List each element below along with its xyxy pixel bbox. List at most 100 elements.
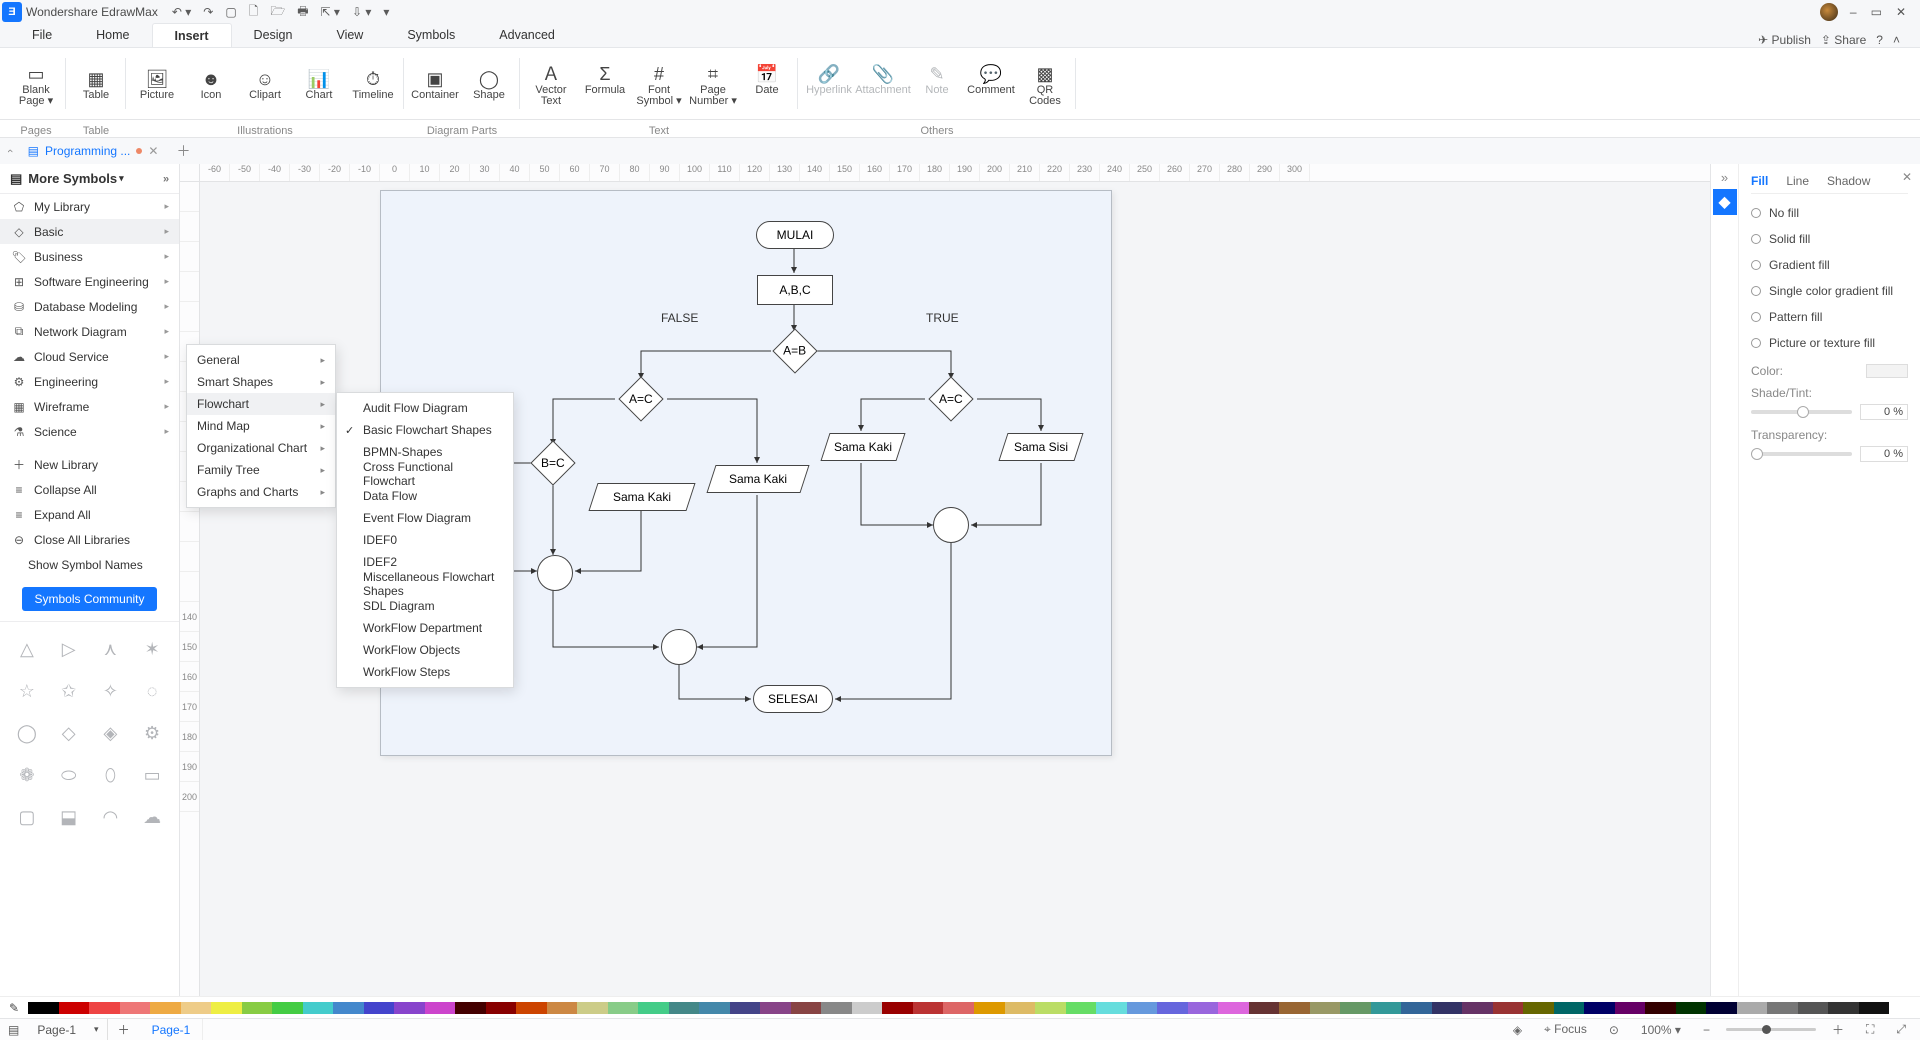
color-swatch-item[interactable] (150, 1002, 181, 1014)
io-sama-kaki-left[interactable]: Sama Kaki (588, 483, 695, 511)
palette-shape[interactable]: ◠ (92, 798, 130, 836)
io-sama-kaki-mid[interactable]: Sama Kaki (706, 465, 809, 493)
fill-tab-icon[interactable]: ◆ (1713, 189, 1737, 215)
palette-shape[interactable]: ✶ (133, 630, 171, 668)
color-swatch-item[interactable] (852, 1002, 883, 1014)
symbol-category-item[interactable]: ☁Cloud Service▸ (0, 344, 179, 369)
io-sama-sisi[interactable]: Sama Sisi (998, 433, 1083, 461)
fill-option[interactable]: Solid fill (1751, 226, 1908, 252)
date-button[interactable]: 📅Date (740, 61, 794, 96)
menu-insert[interactable]: Insert (152, 23, 232, 47)
chart-button[interactable]: 📊Chart (292, 66, 346, 101)
color-swatch-item[interactable] (943, 1002, 974, 1014)
submenu-item[interactable]: WorkFlow Department (337, 617, 513, 639)
palette-shape[interactable]: ✧ (92, 672, 130, 710)
color-swatch-item[interactable] (272, 1002, 303, 1014)
publish-button[interactable]: ✈ Publish (1758, 33, 1811, 47)
color-swatch-item[interactable] (1523, 1002, 1554, 1014)
container-button[interactable]: ▣Container (408, 66, 462, 101)
color-swatch-item[interactable] (791, 1002, 822, 1014)
palette-shape[interactable]: ⋏ (92, 630, 130, 668)
blank-page-button[interactable]: ▭ Blank Page ▾ (9, 61, 63, 107)
color-swatch-item[interactable] (1798, 1002, 1829, 1014)
submenu-item[interactable]: Mind Map▸ (187, 415, 335, 437)
color-swatch-item[interactable] (1035, 1002, 1066, 1014)
color-swatch-item[interactable] (1554, 1002, 1585, 1014)
pages-icon[interactable]: ▤ (8, 1023, 19, 1037)
submenu-item[interactable]: Family Tree▸ (187, 459, 335, 481)
color-swatch-item[interactable] (394, 1002, 425, 1014)
picture-button[interactable]: 🖼Picture (130, 66, 184, 101)
decision-b-eq-c[interactable]: B=C (530, 440, 575, 485)
color-swatch-item[interactable] (303, 1002, 334, 1014)
submenu-item[interactable]: Cross Functional Flowchart (337, 463, 513, 485)
color-swatch-item[interactable] (913, 1002, 944, 1014)
color-swatch-item[interactable] (211, 1002, 242, 1014)
color-swatch-item[interactable] (1310, 1002, 1341, 1014)
color-swatch-item[interactable] (974, 1002, 1005, 1014)
tab-line[interactable]: Line (1786, 174, 1809, 188)
symbol-category-item[interactable]: ⧉Network Diagram▸ (0, 319, 179, 344)
color-swatches[interactable] (28, 1002, 1920, 1014)
palette-shape[interactable]: ⚙ (133, 714, 171, 752)
color-swatch-item[interactable] (455, 1002, 486, 1014)
eyedropper-icon[interactable]: ✎ (6, 1001, 22, 1015)
palette-shape[interactable]: ⬭ (50, 756, 88, 794)
fit-page-icon[interactable]: ⛶ (1860, 1022, 1880, 1037)
color-swatch-item[interactable] (1645, 1002, 1676, 1014)
color-swatch-item[interactable] (1767, 1002, 1798, 1014)
submenu-item[interactable]: Flowchart▸ (187, 393, 335, 415)
fill-option[interactable]: Picture or texture fill (1751, 330, 1908, 356)
color-swatch-item[interactable] (638, 1002, 669, 1014)
color-swatch-item[interactable] (760, 1002, 791, 1014)
menu-view[interactable]: View (314, 23, 385, 47)
menu-advanced[interactable]: Advanced (477, 23, 577, 47)
process-input[interactable]: A,B,C (757, 275, 833, 305)
submenu-item[interactable]: IDEF0 (337, 529, 513, 551)
user-avatar[interactable] (1820, 3, 1838, 21)
symbol-category-item[interactable]: ⚗Science▸ (0, 419, 179, 444)
terminator-end[interactable]: SELESAI (753, 685, 833, 713)
submenu-item[interactable]: Event Flow Diagram (337, 507, 513, 529)
symbol-category-item[interactable]: ⬠My Library▸ (0, 194, 179, 219)
submenu-item[interactable]: Smart Shapes▸ (187, 371, 335, 393)
symbol-category-item[interactable]: ⚙Engineering▸ (0, 369, 179, 394)
submenu-item[interactable]: Audit Flow Diagram (337, 397, 513, 419)
color-swatch-item[interactable] (1371, 1002, 1402, 1014)
page-selector[interactable]: Page-1 ▾ (29, 1019, 107, 1040)
zoom-in-button[interactable]: ＋ (1826, 1021, 1850, 1038)
color-swatch-item[interactable] (425, 1002, 456, 1014)
close-window-button[interactable]: ✕ (1896, 5, 1906, 19)
submenu-item[interactable]: Data Flow (337, 485, 513, 507)
color-swatch-item[interactable] (1005, 1002, 1036, 1014)
color-swatch-item[interactable] (181, 1002, 212, 1014)
color-swatch-item[interactable] (547, 1002, 578, 1014)
color-swatch-item[interactable] (1859, 1002, 1890, 1014)
color-swatch-item[interactable] (730, 1002, 761, 1014)
library-op-item[interactable]: ⊖Close All Libraries (0, 527, 179, 552)
layers-icon[interactable]: ◈ (1507, 1023, 1528, 1037)
qat-open[interactable]: 🗁 (270, 2, 285, 23)
shape-button[interactable]: ◯Shape (462, 66, 516, 101)
palette-shape[interactable]: ☁ (133, 798, 171, 836)
color-swatch-item[interactable] (1828, 1002, 1859, 1014)
submenu-item[interactable]: General▸ (187, 349, 335, 371)
comment-button[interactable]: 💬Comment (964, 61, 1018, 96)
library-op-item[interactable]: ≡Expand All (0, 502, 179, 527)
transparency-slider[interactable] (1751, 452, 1852, 456)
tab-shadow[interactable]: Shadow (1827, 174, 1870, 188)
palette-shape[interactable]: ☆ (8, 672, 46, 710)
color-swatch-item[interactable] (486, 1002, 517, 1014)
color-swatch-item[interactable] (1493, 1002, 1524, 1014)
zoom-value[interactable]: 100% ▾ (1635, 1023, 1687, 1037)
palette-shape[interactable]: ▢ (8, 798, 46, 836)
color-swatch-item[interactable] (120, 1002, 151, 1014)
library-op-item[interactable]: ≡Collapse All (0, 477, 179, 502)
color-swatch-item[interactable] (1889, 1002, 1920, 1014)
color-swatch-item[interactable] (364, 1002, 395, 1014)
qat-more[interactable]: ▾ (383, 5, 389, 19)
palette-shape[interactable]: ▷ (50, 630, 88, 668)
color-swatch-item[interactable] (1432, 1002, 1463, 1014)
color-swatch-item[interactable] (1218, 1002, 1249, 1014)
qat-undo[interactable]: ↶ ▾ (172, 5, 191, 19)
